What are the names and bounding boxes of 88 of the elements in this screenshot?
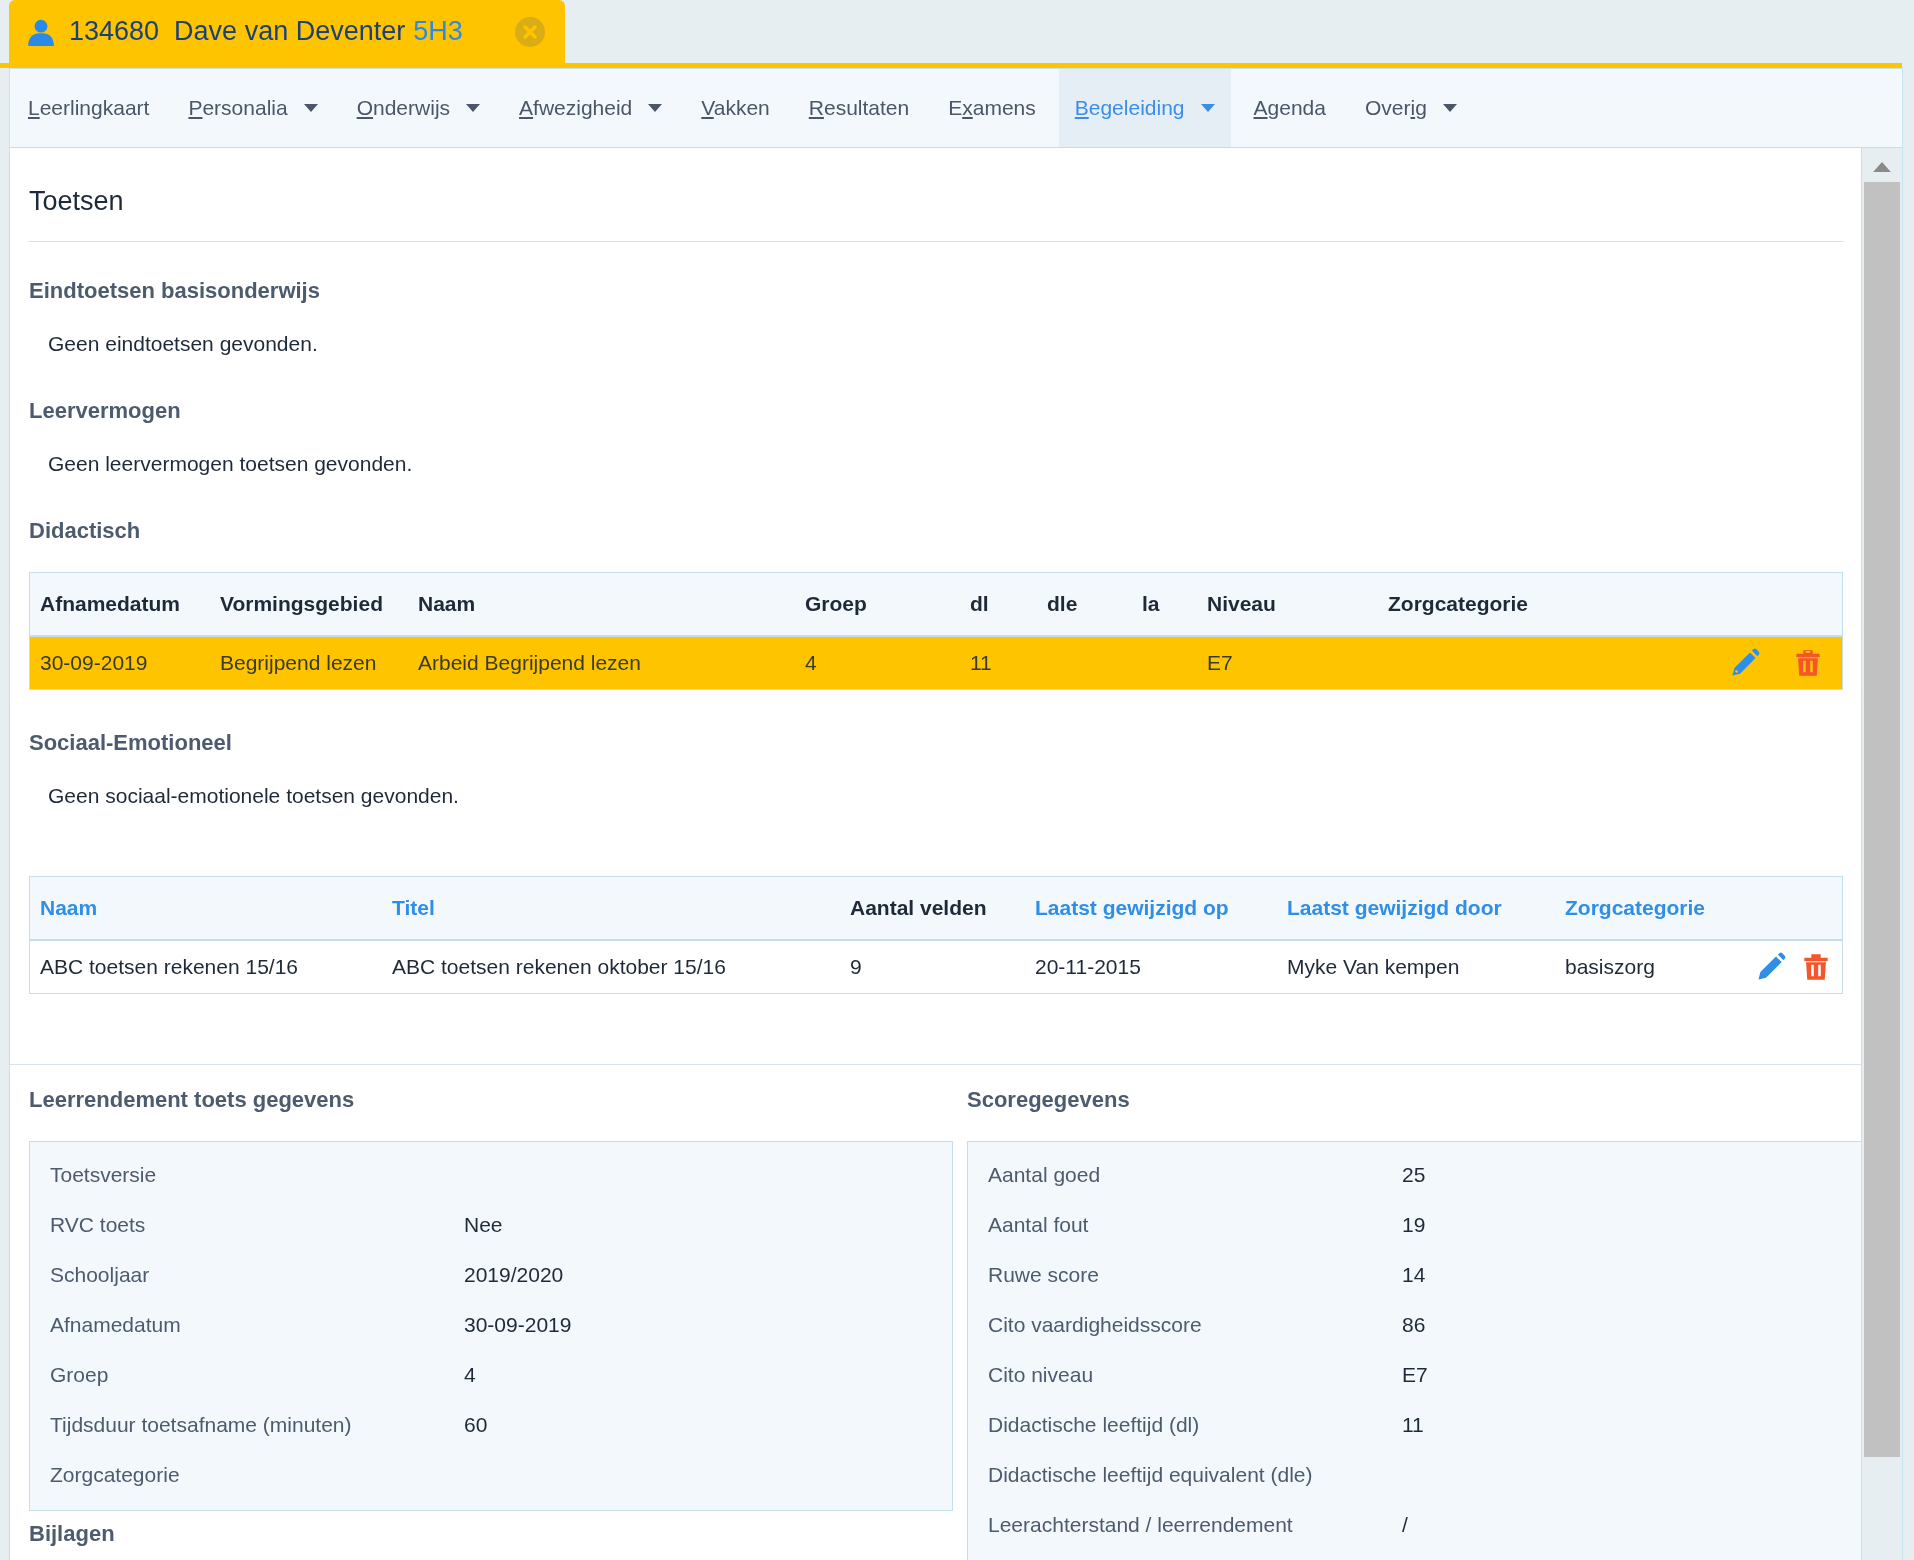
- table-cell: 9: [850, 955, 862, 978]
- caret-icon[interactable]: [303, 104, 318, 112]
- table-cell: 20-11-2015: [1035, 955, 1141, 978]
- table-row[interactable]: 30-09-2019 Begrijpend lezen Arbeid Begrijpend lezen 4 11 E7: [30, 637, 1842, 689]
- nav-tab[interactable]: Agenda: [1237, 69, 1342, 147]
- scroll-thumb[interactable]: [1864, 182, 1900, 1457]
- nav-tab[interactable]: Resultaten: [792, 69, 926, 147]
- nav-tab[interactable]: Personalia: [172, 69, 334, 147]
- field-label: Cito vaardigheidsscore: [988, 1313, 1203, 1337]
- field-label: Aantal fout: [988, 1213, 1090, 1237]
- caret-icon[interactable]: [1442, 104, 1457, 112]
- field-label: Didactische leeftijd equivalent (dle): [988, 1463, 1314, 1487]
- scrollbar[interactable]: [1861, 148, 1902, 1560]
- student-number: 134680: [69, 16, 160, 47]
- nav-tab[interactable]: Afwezigheid: [503, 69, 679, 147]
- field-value: 19: [1402, 1213, 1426, 1237]
- field-label: Groep: [50, 1363, 110, 1387]
- field-label: Leerachterstand / leerrendement: [988, 1513, 1294, 1537]
- field-value: 4: [464, 1363, 476, 1387]
- field-label: Schooljaar: [50, 1263, 151, 1287]
- table-cell: 11: [970, 651, 992, 674]
- table-cell: Begrijpend lezen: [220, 651, 377, 674]
- section-heading: Sociaal-Emotioneel: [29, 730, 233, 756]
- column-header: Niveau: [1206, 592, 1277, 616]
- caret-icon[interactable]: [648, 104, 663, 112]
- field-label: Ruwe score: [988, 1263, 1100, 1287]
- section-heading: Leerrendement toets gegevens: [29, 1087, 356, 1113]
- student-tab[interactable]: 134680 Dave van Deventer 5H3: [9, 0, 565, 63]
- table-cell: 30-09-2019: [40, 651, 148, 674]
- trash-icon[interactable]: [1802, 952, 1830, 982]
- field-label: Tijdsduur toetsafname (minuten): [50, 1413, 353, 1437]
- nav-tab[interactable]: Examens: [932, 69, 1052, 147]
- empty-message: Geen sociaal-emotionele toetsen gevonden.: [48, 784, 460, 808]
- column-header: dl: [969, 592, 990, 616]
- field-value: 2019/2020: [464, 1263, 564, 1287]
- caret-icon[interactable]: [1200, 104, 1215, 112]
- column-header: dle: [1046, 592, 1079, 616]
- column-header: Aantal velden: [850, 896, 987, 919]
- section-heading: Scoregegevens: [967, 1087, 1131, 1113]
- empty-message: Geen leervermogen toetsen gevonden.: [48, 452, 414, 476]
- table-cell: ABC toetsen rekenen oktober 15/16: [392, 955, 726, 978]
- column-header: Naam: [417, 592, 477, 616]
- field-label: Zorgcategorie: [50, 1463, 181, 1487]
- table-cell: E7: [1207, 651, 1233, 674]
- nav-tab[interactable]: Overig: [1348, 69, 1473, 147]
- column-header: Zorgcategorie: [1387, 592, 1530, 616]
- column-header: la: [1141, 592, 1161, 616]
- field-value: E7: [1402, 1363, 1428, 1387]
- field-value: 30-09-2019: [464, 1313, 572, 1337]
- section-heading: Leervermogen: [29, 398, 182, 424]
- student-name: Dave van Deventer: [174, 16, 406, 47]
- table-cell: 4: [805, 651, 817, 674]
- section-heading: Bijlagen: [29, 1521, 116, 1547]
- pencil-icon[interactable]: [1730, 648, 1760, 678]
- column-header: Vormingsgebied: [219, 592, 384, 616]
- field-label: Afnamedatum: [50, 1313, 182, 1337]
- table-cell: Arbeid Begrijpend lezen: [418, 651, 641, 674]
- field-label: Toetsversie: [50, 1163, 158, 1187]
- table-cell: Myke Van kempen: [1287, 955, 1460, 978]
- trash-icon[interactable]: [1794, 648, 1822, 678]
- field-value: 11: [1402, 1413, 1424, 1437]
- field-value: /: [1402, 1513, 1408, 1537]
- field-label: Aantal goed: [988, 1163, 1102, 1187]
- user-icon: [27, 17, 55, 46]
- column-header: Afnamedatum: [39, 592, 182, 616]
- nav-tab[interactable]: Onderwijs: [340, 69, 497, 147]
- field-value: 25: [1402, 1163, 1426, 1187]
- empty-message: Geen eindtoetsen gevonden.: [48, 332, 319, 356]
- table-cell: ABC toetsen rekenen 15/16: [40, 955, 298, 978]
- section-heading: Eindtoetsen basisonderwijs: [29, 278, 321, 304]
- nav-tab[interactable]: Vakken: [685, 69, 786, 147]
- pencil-icon[interactable]: [1756, 952, 1786, 982]
- student-class: 5H3: [413, 16, 463, 47]
- page-title: Toetsen: [29, 185, 125, 218]
- field-value: 14: [1402, 1263, 1426, 1287]
- section-heading: Didactisch: [29, 518, 142, 544]
- table-row[interactable]: ABC toetsen rekenen 15/16 ABC toetsen rekenen oktober 15/16 9 20-11-2015 Myke Van kempen basiszorg: [30, 941, 1842, 993]
- field-value: 60: [464, 1413, 488, 1437]
- field-value: Nee: [464, 1213, 503, 1237]
- caret-icon[interactable]: [466, 104, 481, 112]
- table-cell: basiszorg: [1565, 955, 1655, 978]
- nav-tab[interactable]: Leerlingkaart: [12, 69, 166, 147]
- field-label: RVC toets: [50, 1213, 147, 1237]
- field-label: Cito niveau: [988, 1363, 1095, 1387]
- field-label: Didactische leeftijd (dl): [988, 1413, 1201, 1437]
- column-header: Groep: [804, 592, 868, 616]
- field-value: 86: [1402, 1313, 1426, 1337]
- scroll-up-icon[interactable]: [1873, 162, 1891, 172]
